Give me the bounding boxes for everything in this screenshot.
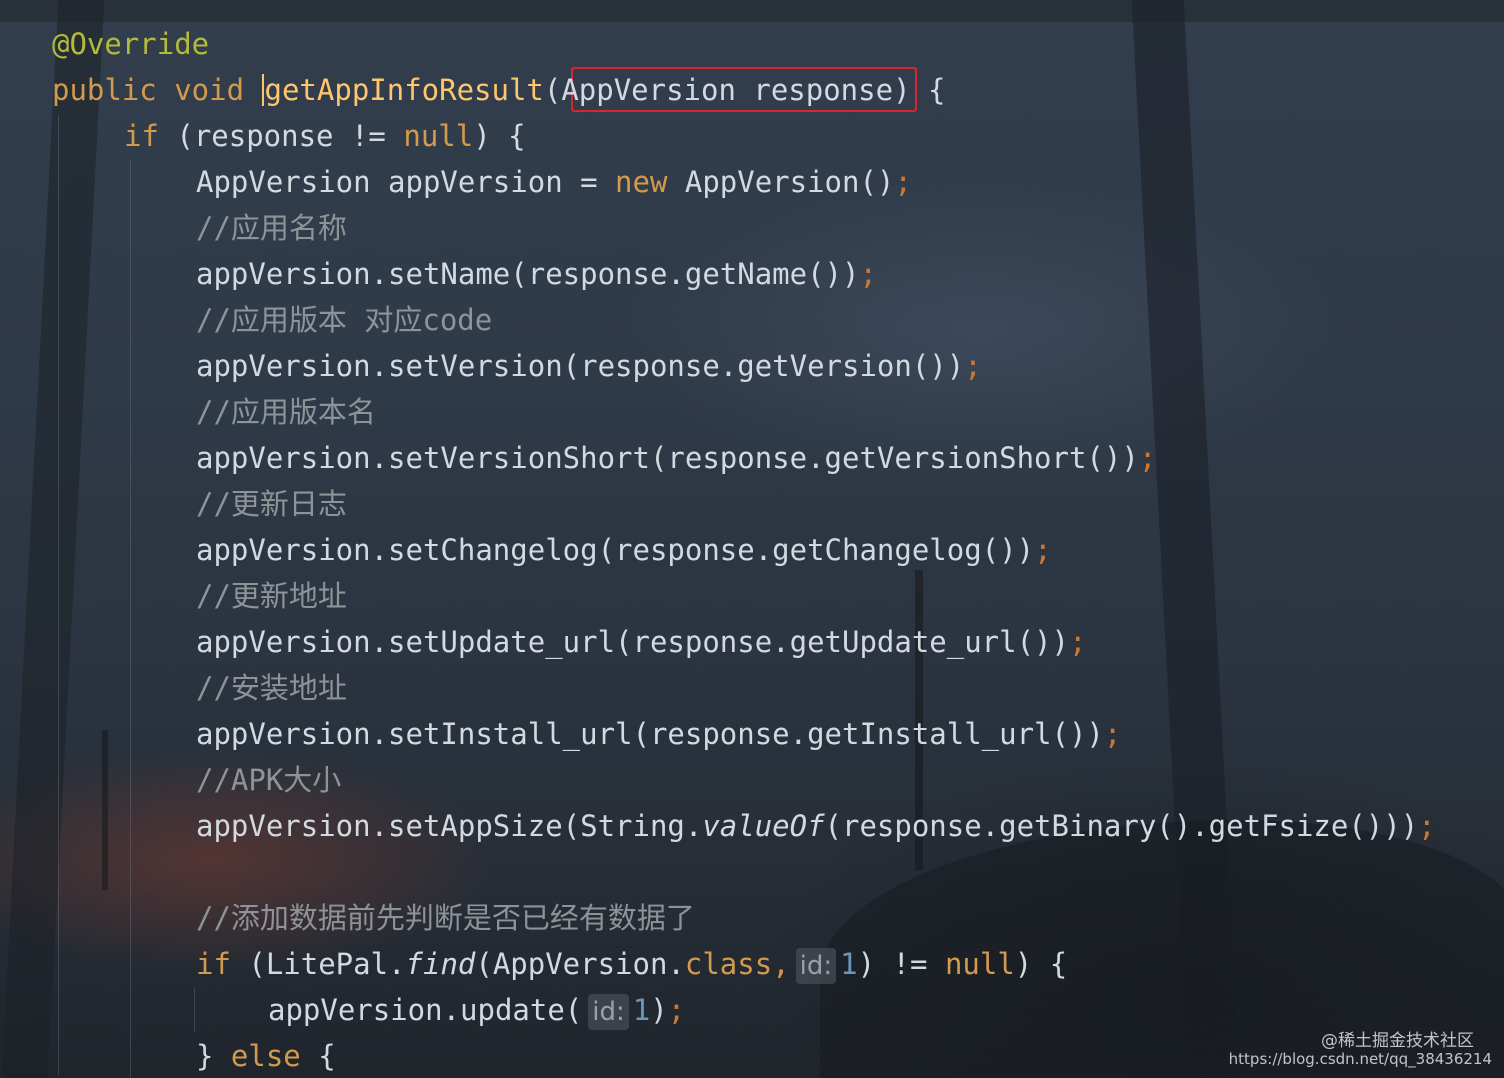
code-token: appVersion.setName(response.getName()) — [196, 257, 860, 291]
code-line[interactable]: appVersion.setChangelog(response.getChan… — [196, 527, 1052, 573]
code-editor[interactable]: @Override public void getAppInfoResult(Ap… — [0, 0, 1504, 1078]
code-token: //应用名称 — [196, 211, 347, 245]
code-token: ; — [667, 993, 686, 1027]
code-line[interactable]: } else { — [196, 1033, 336, 1078]
code-token: //安装地址 — [196, 671, 347, 705]
code-line[interactable]: appVersion.setInstall_url(response.getIn… — [196, 711, 1121, 757]
code-token: (response != — [158, 119, 404, 153]
code-token: appVersion.setVersion(response.getVersio… — [196, 349, 965, 383]
code-token: 1 — [632, 993, 651, 1027]
code-line[interactable]: appVersion.setAppSize(String.valueOf(res… — [196, 803, 1436, 849]
code-line[interactable]: //安装地址 — [196, 665, 347, 711]
code-token: AppVersion appVersion = — [196, 165, 616, 199]
code-token: ) { — [473, 119, 526, 153]
code-token: ) != — [857, 947, 945, 981]
code-token: appVersion.update( — [268, 993, 583, 1027]
code-line[interactable]: public void getAppInfoResult(AppVersion … — [52, 67, 945, 113]
code-token: ; — [1103, 717, 1122, 751]
code-token: (AppVersion. — [475, 947, 685, 981]
code-line[interactable]: appVersion.update(id: 1); — [268, 987, 685, 1033]
code-token: ; — [1068, 625, 1087, 659]
code-token: find — [405, 947, 476, 981]
code-line[interactable]: if (response != null) { — [124, 113, 526, 159]
code-token: //添加数据前先判断是否已经有数据了 — [196, 901, 695, 935]
code-token: //应用版本名 — [196, 395, 376, 429]
code-token: appVersion.setUpdate_url(response.getUpd… — [196, 625, 1069, 659]
code-token: AppVersion() — [667, 165, 895, 199]
code-line[interactable]: @Override — [52, 21, 209, 67]
code-line[interactable]: AppVersion appVersion = new AppVersion()… — [196, 159, 912, 205]
code-token: public void — [52, 73, 262, 107]
code-token: ; — [1034, 533, 1052, 567]
code-token: //应用版本 对应code — [196, 303, 493, 337]
code-line[interactable]: //应用名称 — [196, 205, 347, 251]
code-token: (AppVersion response) { — [543, 73, 946, 107]
code-token: (response.getBinary().getFsize())) — [824, 809, 1419, 843]
code-token: getAppInfoResult — [264, 73, 544, 107]
parameter-hint: id: — [588, 994, 629, 1030]
code-token: ; — [859, 257, 877, 291]
code-token: { — [300, 1039, 336, 1073]
code-token: valueOf — [702, 809, 825, 843]
code-token: 1 — [840, 947, 858, 981]
code-line[interactable]: //APK大小 — [196, 757, 341, 803]
code-token: , — [772, 947, 790, 981]
code-token: ; — [964, 349, 982, 383]
code-token: null — [403, 119, 474, 153]
code-token: ; — [1138, 441, 1157, 475]
code-line[interactable]: //应用版本名 — [196, 389, 376, 435]
code-token: else — [230, 1039, 301, 1073]
code-token: if — [196, 947, 231, 981]
code-token: appVersion.setChangelog(response.getChan… — [196, 533, 1035, 567]
code-token: //APK大小 — [196, 763, 342, 797]
parameter-hint: id: — [795, 948, 837, 984]
code-token: new — [615, 165, 668, 199]
code-line[interactable]: //添加数据前先判断是否已经有数据了 — [196, 895, 695, 941]
code-line[interactable]: appVersion.setVersion(response.getVersio… — [196, 343, 982, 389]
code-token: @Override — [52, 27, 210, 61]
code-token: appVersion.setInstall_url(response.getIn… — [196, 717, 1104, 751]
code-line[interactable]: appVersion.setName(response.getName()); — [196, 251, 877, 297]
code-line[interactable]: //更新地址 — [196, 573, 347, 619]
code-line[interactable]: if (LitePal.find(AppVersion.class, id: 1) … — [196, 941, 1067, 987]
text-cursor — [261, 74, 264, 106]
code-token: ; — [1418, 809, 1436, 843]
code-line[interactable]: //应用版本 对应code — [196, 297, 492, 343]
code-token: ) — [650, 993, 668, 1027]
code-line[interactable]: appVersion.setVersionShort(response.getV… — [196, 435, 1156, 481]
code-line[interactable]: appVersion.setUpdate_url(response.getUpd… — [196, 619, 1086, 665]
code-token: //更新地址 — [196, 579, 347, 613]
code-token: appVersion.setAppSize(String. — [196, 809, 703, 843]
code-token: class — [684, 947, 773, 981]
code-line[interactable]: //更新日志 — [196, 481, 347, 527]
code-token: ; — [894, 165, 912, 199]
code-token: appVersion.setVersionShort(response.getV… — [196, 441, 1139, 475]
code-token: (LitePal. — [230, 947, 406, 981]
code-token: } — [196, 1039, 231, 1073]
code-token: //更新日志 — [196, 487, 347, 521]
code-token: null — [944, 947, 1015, 981]
code-token: ) { — [1014, 947, 1068, 981]
code-token: if — [124, 119, 159, 153]
